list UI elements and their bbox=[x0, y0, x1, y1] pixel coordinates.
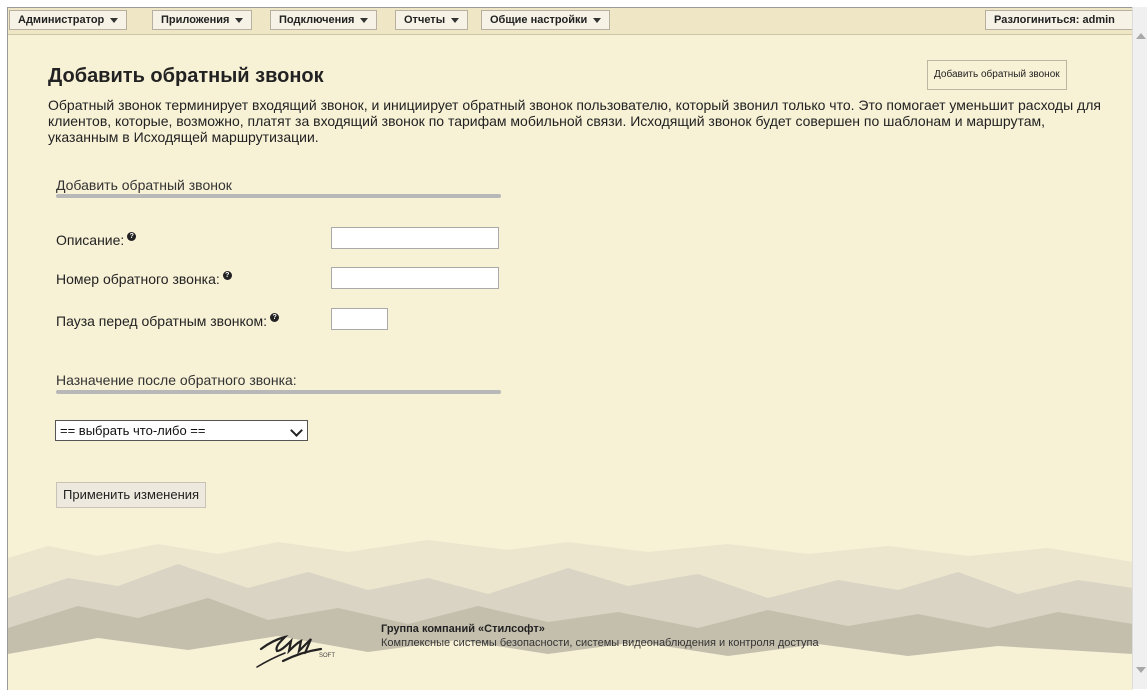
apply-changes-button[interactable]: Применить изменения bbox=[56, 482, 207, 508]
help-icon[interactable]: ? bbox=[222, 271, 232, 280]
menu-label: Подключения bbox=[279, 14, 355, 26]
help-icon[interactable]: ? bbox=[270, 313, 280, 322]
destination-select[interactable]: == выбрать что-либо == bbox=[55, 420, 308, 441]
menu-label: Администратор bbox=[18, 14, 105, 26]
vertical-scrollbar[interactable] bbox=[1132, 7, 1147, 689]
select-value: == выбрать что-либо == bbox=[60, 423, 206, 438]
menu-connections[interactable]: Подключения bbox=[270, 10, 378, 30]
pause-label: Пауза перед обратным звонком:? bbox=[56, 313, 280, 329]
menu-label: Приложения bbox=[161, 14, 230, 26]
mountains-decoration bbox=[8, 540, 1133, 690]
caret-down-icon bbox=[451, 17, 460, 23]
help-icon[interactable]: ? bbox=[127, 232, 137, 241]
callback-number-input[interactable] bbox=[331, 267, 499, 289]
chevron-down-icon bbox=[290, 424, 303, 437]
add-callback-button[interactable]: Добавить обратный звонок bbox=[927, 60, 1067, 90]
menu-label: Отчеты bbox=[404, 14, 446, 26]
logout-button[interactable]: Разлогиниться: admin bbox=[985, 10, 1133, 30]
footer-tagline: Комплексные системы безопасности, систем… bbox=[381, 637, 819, 649]
menu-label: Общие настройки bbox=[490, 14, 588, 26]
caret-down-icon bbox=[593, 17, 602, 23]
app-frame: Администратор Приложения Подключения Отч… bbox=[7, 7, 1133, 690]
description-input[interactable] bbox=[331, 227, 499, 249]
caret-down-icon bbox=[110, 17, 119, 23]
description-field-label: Описание:? bbox=[56, 232, 137, 248]
logo-text: SOFT bbox=[319, 653, 335, 659]
logout-label: Разлогиниться: admin bbox=[994, 14, 1115, 26]
scroll-down-icon[interactable] bbox=[1136, 667, 1146, 673]
page-description: Обратный звонок терминирует входящий зво… bbox=[48, 97, 1101, 145]
top-menubar: Администратор Приложения Подключения Отч… bbox=[8, 8, 1133, 35]
menu-general-settings[interactable]: Общие настройки bbox=[481, 10, 611, 30]
label-text: Пауза перед обратным звонком: bbox=[56, 313, 268, 329]
label-text: Описание: bbox=[56, 232, 125, 248]
callback-number-label: Номер обратного звонка:? bbox=[56, 271, 232, 287]
page-title: Добавить обратный звонок bbox=[48, 65, 324, 87]
menu-administrator[interactable]: Администратор bbox=[9, 10, 128, 30]
scroll-up-icon[interactable] bbox=[1136, 33, 1146, 39]
section-divider bbox=[56, 194, 501, 198]
caret-down-icon bbox=[235, 17, 244, 23]
caret-down-icon bbox=[360, 17, 369, 23]
menu-applications[interactable]: Приложения bbox=[152, 10, 253, 30]
form-section-title: Добавить обратный звонок bbox=[56, 177, 232, 193]
stilsoft-logo: SOFT bbox=[256, 634, 335, 668]
section-divider bbox=[56, 390, 501, 394]
destination-section-title: Назначение после обратного звонка: bbox=[56, 372, 297, 388]
pause-input[interactable] bbox=[331, 308, 388, 330]
footer-company: Группа компаний «Стилсофт» bbox=[381, 623, 545, 635]
label-text: Номер обратного звонка: bbox=[56, 271, 220, 287]
menu-reports[interactable]: Отчеты bbox=[395, 10, 469, 30]
